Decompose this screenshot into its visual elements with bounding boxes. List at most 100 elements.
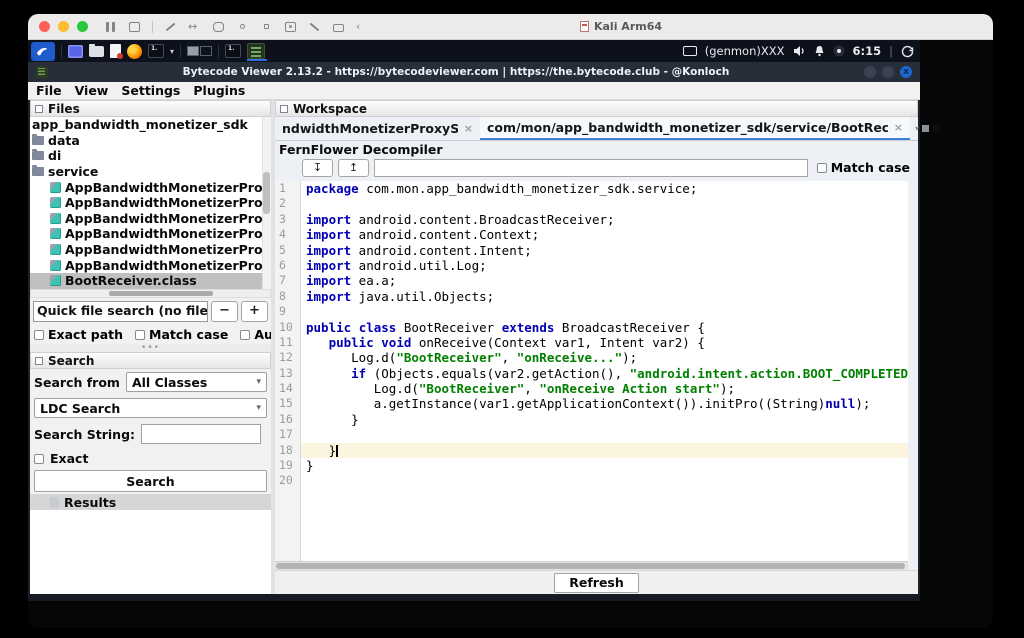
terminal-launcher-icon[interactable]: 1. xyxy=(148,44,164,58)
workspace-2[interactable] xyxy=(200,46,212,56)
code-line: 19} xyxy=(275,458,908,473)
user-icon[interactable] xyxy=(236,21,249,33)
code-line: 6import android.util.Log; xyxy=(275,258,908,273)
editor-empty-space[interactable] xyxy=(275,489,908,561)
scrollbar-thumb[interactable] xyxy=(263,172,270,214)
tab-close-icon[interactable]: × xyxy=(464,122,473,135)
share-icon[interactable] xyxy=(308,21,321,33)
camera-icon[interactable] xyxy=(284,21,297,33)
match-case-checkbox[interactable] xyxy=(135,330,145,340)
app-icon xyxy=(36,66,48,78)
tree-item[interactable]: data xyxy=(30,133,271,149)
tree-item-label: AppBandwidthMonetizerProxySe xyxy=(65,195,271,210)
class-file-icon xyxy=(50,275,61,286)
app-titlebar[interactable]: Bytecode Viewer 2.13.2 - https://bytecod… xyxy=(28,62,920,82)
tab-proxyservice[interactable]: ndwidthMonetizerProxyService × xyxy=(275,117,480,140)
search-from-select[interactable]: All Classes ▾ xyxy=(126,372,267,392)
panel-splitter-handle[interactable]: ••• xyxy=(30,344,271,352)
zoom-traffic-light-icon[interactable] xyxy=(77,21,88,32)
panel-detach-icon[interactable] xyxy=(35,105,43,113)
power-icon[interactable] xyxy=(901,45,914,58)
tree-horizontal-scrollbar[interactable] xyxy=(30,289,271,298)
search-button[interactable]: Search xyxy=(34,470,267,492)
exact-path-checkbox[interactable] xyxy=(34,330,44,340)
show-desktop-icon[interactable] xyxy=(68,45,83,58)
settings-icon[interactable] xyxy=(260,21,273,33)
firefox-icon[interactable] xyxy=(127,44,142,59)
panel-divider xyxy=(218,45,219,58)
tools-icon[interactable] xyxy=(164,21,177,33)
menu-plugins[interactable]: Plugins xyxy=(193,83,245,98)
file-manager-icon[interactable] xyxy=(89,46,104,57)
tree-item[interactable]: AppBandwidthMonetizerProxySe xyxy=(30,179,271,195)
clock[interactable]: 6:15 xyxy=(853,44,882,58)
launcher-dropdown-icon[interactable]: ▾ xyxy=(170,47,174,56)
scrollbar-thumb[interactable] xyxy=(276,563,905,569)
tree-item[interactable]: service xyxy=(30,164,271,180)
tree-item[interactable]: AppBandwidthMonetizerProxySe xyxy=(30,195,271,211)
search-string-input[interactable] xyxy=(141,424,261,444)
file-tree[interactable]: app_bandwidth_monetizer_sdkdatadiservice… xyxy=(30,117,271,289)
minimize-traffic-light-icon[interactable] xyxy=(58,21,69,32)
scrollbar-thumb[interactable] xyxy=(109,291,213,296)
open-up-button[interactable]: ↥ xyxy=(338,159,369,177)
tree-item-label: AppBandwidthMonetizerProxySe xyxy=(65,180,271,195)
editor-horizontal-scrollbar[interactable] xyxy=(275,561,908,570)
vm-window-title: Kali Arm64 xyxy=(369,20,993,33)
font-decrease-button[interactable]: − xyxy=(211,301,238,322)
line-number: 6 xyxy=(275,258,301,273)
chevron-left-icon[interactable]: ‹ xyxy=(356,21,369,33)
tree-item[interactable]: app_bandwidth_monetizer_sdk xyxy=(30,117,271,133)
tree-item[interactable]: AppBandwidthMonetizerProxySe xyxy=(30,226,271,242)
find-input[interactable] xyxy=(374,159,808,177)
status-circle-icon[interactable] xyxy=(833,45,845,57)
tree-item[interactable]: AppBandwidthMonetizerProxySe xyxy=(30,257,271,273)
maximize-button[interactable] xyxy=(882,66,894,78)
tree-item[interactable]: BootReceiver.class xyxy=(30,273,271,289)
panel-detach-icon[interactable] xyxy=(280,105,288,113)
snapshot-icon[interactable] xyxy=(128,21,141,33)
resize-arrows-icon[interactable]: ↔ xyxy=(188,21,201,33)
close-traffic-light-icon[interactable] xyxy=(39,21,50,32)
quick-file-search-input[interactable]: Quick file search (no file extension) xyxy=(33,301,208,322)
text-editor-icon[interactable] xyxy=(110,44,121,58)
results-header[interactable]: Results xyxy=(30,494,271,510)
tab-bootreceiver[interactable]: com/mon/app_bandwidth_monetizer_sdk/serv… xyxy=(480,117,910,140)
search-mode-select[interactable]: LDC Search ▾ xyxy=(34,398,267,418)
genmon-status[interactable]: (genmon)XXX xyxy=(705,44,785,58)
exact-checkbox[interactable] xyxy=(34,454,44,464)
display-icon[interactable] xyxy=(683,46,697,56)
tree-item[interactable]: di xyxy=(30,148,271,164)
vm-titlebar[interactable]: ↔ ‹ Kali Arm64 xyxy=(28,14,993,40)
bytecode-viewer-task-button[interactable] xyxy=(247,43,265,59)
exact-label: Exact xyxy=(50,451,88,466)
pause-icon[interactable] xyxy=(104,21,117,33)
tree-item[interactable]: AppBandwidthMonetizerProxySe xyxy=(30,242,271,258)
menu-file[interactable]: File xyxy=(36,83,62,98)
terminal-window-button[interactable]: 1. xyxy=(225,44,241,58)
kali-menu-button[interactable] xyxy=(31,42,55,61)
drive-icon[interactable] xyxy=(212,21,225,33)
tab-overflow-button[interactable]: ▾ 6 xyxy=(910,117,945,140)
menu-settings[interactable]: Settings xyxy=(121,83,180,98)
refresh-button[interactable]: Refresh xyxy=(554,573,639,593)
notifications-bell-icon[interactable] xyxy=(814,45,825,57)
workspace-switcher[interactable] xyxy=(187,46,212,56)
workspace-1[interactable] xyxy=(187,46,199,56)
find-match-case-checkbox[interactable] xyxy=(817,163,827,173)
volume-icon[interactable] xyxy=(793,45,806,57)
panel-detach-icon[interactable] xyxy=(35,357,43,365)
menu-view[interactable]: View xyxy=(75,83,109,98)
code-editor[interactable]: 1package com.mon.app_bandwidth_monetizer… xyxy=(275,181,908,561)
minimize-button[interactable] xyxy=(864,66,876,78)
tab-close-icon[interactable]: × xyxy=(894,121,903,134)
auto-open-checkbox[interactable] xyxy=(240,330,250,340)
tree-vertical-scrollbar[interactable] xyxy=(262,117,271,289)
font-increase-button[interactable]: + xyxy=(241,301,268,322)
line-number: 9 xyxy=(275,304,301,319)
export-icon[interactable] xyxy=(332,21,345,33)
tree-item[interactable]: AppBandwidthMonetizerProxySe xyxy=(30,211,271,227)
line-number: 12 xyxy=(275,350,301,365)
close-button[interactable]: x xyxy=(900,66,912,78)
save-down-button[interactable]: ↧ xyxy=(302,159,333,177)
